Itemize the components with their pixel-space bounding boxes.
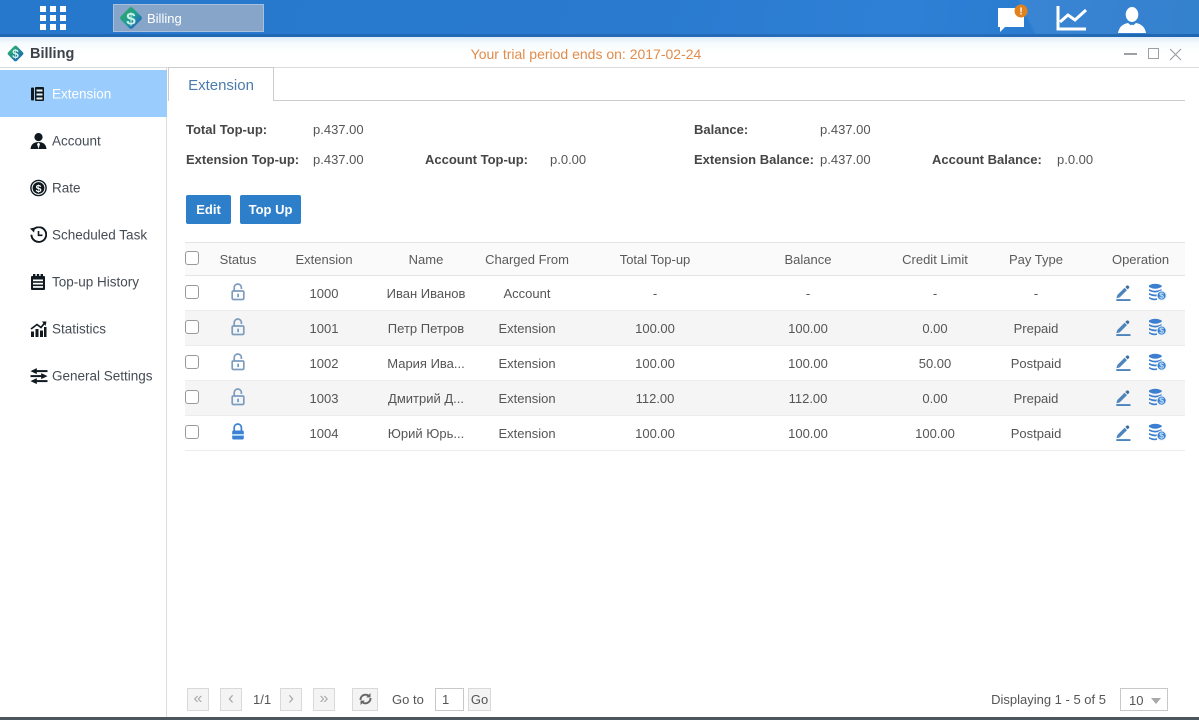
svg-text:$: $ (1159, 360, 1164, 370)
svg-text:$: $ (126, 10, 136, 29)
svg-text:$: $ (1159, 430, 1164, 440)
svg-text:!: ! (1019, 7, 1022, 18)
svg-text:$: $ (1159, 290, 1164, 300)
svg-text:$: $ (1159, 395, 1164, 405)
svg-text:$: $ (1159, 325, 1164, 335)
svg-text:$: $ (36, 182, 42, 194)
